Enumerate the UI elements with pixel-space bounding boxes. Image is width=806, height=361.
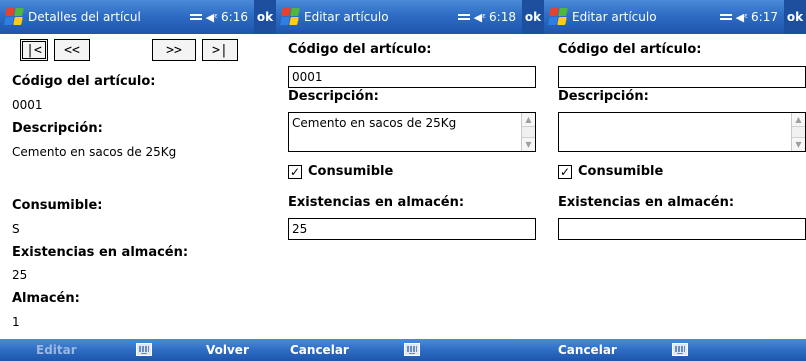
scroll-down-icon[interactable]: ▼ — [522, 137, 535, 151]
scroll-up-icon[interactable]: ▲ — [792, 113, 805, 127]
edit-softkey[interactable]: Editar — [36, 343, 77, 357]
windows-flag-icon[interactable] — [278, 7, 300, 27]
edit-screen-filled: Editar artículo ◀ᵋ 6:18 ok Código del ar… — [276, 0, 544, 361]
consumable-label: Consumible: — [12, 198, 103, 213]
volume-icon[interactable]: ◀ᵋ — [474, 12, 486, 23]
windows-flag-icon[interactable] — [2, 7, 24, 27]
cancel-softkey[interactable]: Cancelar — [290, 343, 349, 357]
scroll-up-icon[interactable]: ▲ — [522, 113, 535, 127]
volume-icon[interactable]: ◀ᵋ — [206, 12, 218, 23]
stock-label: Existencias en almacén: — [12, 245, 189, 260]
keyboard-icon[interactable] — [404, 343, 420, 356]
windows-flag-icon[interactable] — [546, 7, 568, 27]
cancel-softkey[interactable]: Cancelar — [558, 343, 617, 357]
title-bar: Editar artículo ◀ᵋ 6:18 ok — [276, 0, 544, 34]
code-field[interactable]: 0001 — [288, 66, 536, 88]
code-field[interactable] — [558, 66, 806, 88]
stock-label: Existencias en almacén: — [558, 195, 735, 210]
back-softkey[interactable]: Volver — [206, 343, 249, 357]
description-scrollbar[interactable]: ▲ ▼ — [791, 113, 805, 151]
details-screen: Detalles del artícul ◀ᵋ 6:16 ok |< << >>… — [0, 0, 276, 361]
scroll-down-icon[interactable]: ▼ — [792, 137, 805, 151]
window-title: Editar artículo — [572, 10, 657, 24]
stock-field[interactable] — [558, 218, 806, 240]
clock[interactable]: 6:17 — [751, 10, 778, 24]
description-label: Descripción: — [288, 89, 379, 104]
softkey-bar: Cancelar — [276, 339, 544, 361]
consumable-label: Consumible — [308, 164, 394, 179]
code-label: Código del artículo: — [288, 42, 432, 57]
ok-button[interactable]: ok — [784, 0, 806, 34]
warehouse-label: Almacén: — [12, 291, 80, 306]
description-value: Cemento en sacos de 25Kg — [12, 145, 177, 159]
warehouse-value: 1 — [12, 315, 20, 329]
keyboard-icon[interactable] — [672, 343, 688, 356]
clock[interactable]: 6:18 — [489, 10, 516, 24]
code-label: Código del artículo: — [558, 42, 702, 57]
record-navigation: |< << >> >| — [0, 34, 276, 66]
sync-icon[interactable] — [457, 11, 471, 23]
description-label: Descripción: — [12, 121, 103, 136]
consumable-checkbox[interactable]: ✓ — [288, 164, 302, 179]
stock-value: 25 — [12, 268, 28, 282]
sync-icon[interactable] — [719, 11, 733, 23]
ok-button[interactable]: ok — [522, 0, 544, 34]
stock-label: Existencias en almacén: — [288, 195, 465, 210]
keyboard-icon[interactable] — [136, 343, 152, 356]
description-field[interactable]: ▲ ▼ — [558, 112, 806, 152]
stock-field[interactable]: 25 — [288, 218, 536, 240]
window-title: Detalles del artícul — [28, 10, 141, 24]
consumable-checkbox[interactable]: ✓ — [558, 164, 572, 179]
title-bar: Detalles del artícul ◀ᵋ 6:16 ok — [0, 0, 276, 34]
first-record-button[interactable]: |< — [20, 39, 48, 61]
description-scrollbar[interactable]: ▲ ▼ — [521, 113, 535, 151]
sync-icon[interactable] — [189, 11, 203, 23]
last-record-button[interactable]: >| — [202, 39, 238, 61]
description-label: Descripción: — [558, 89, 649, 104]
code-value: 0001 — [12, 98, 43, 112]
description-field[interactable]: Cemento en sacos de 25Kg ▲ ▼ — [288, 112, 536, 152]
ok-button[interactable]: ok — [254, 0, 276, 34]
window-title: Editar artículo — [304, 10, 389, 24]
description-text: Cemento en sacos de 25Kg — [292, 116, 457, 130]
softkey-bar: Editar Volver — [0, 339, 276, 361]
volume-icon[interactable]: ◀ᵋ — [736, 12, 748, 23]
clock[interactable]: 6:16 — [221, 10, 248, 24]
edit-screen-empty: Editar artículo ◀ᵋ 6:17 ok Código del ar… — [544, 0, 806, 361]
consumable-checkbox-row[interactable]: ✓ Consumible — [288, 164, 393, 179]
code-label: Código del artículo: — [12, 74, 156, 89]
consumable-checkbox-row[interactable]: ✓ Consumible — [558, 164, 663, 179]
title-bar: Editar artículo ◀ᵋ 6:17 ok — [544, 0, 806, 34]
consumable-label: Consumible — [578, 164, 664, 179]
consumable-value: S — [12, 222, 20, 236]
previous-record-button[interactable]: << — [54, 39, 90, 61]
next-record-button[interactable]: >> — [152, 39, 196, 61]
softkey-bar: Cancelar — [544, 339, 806, 361]
